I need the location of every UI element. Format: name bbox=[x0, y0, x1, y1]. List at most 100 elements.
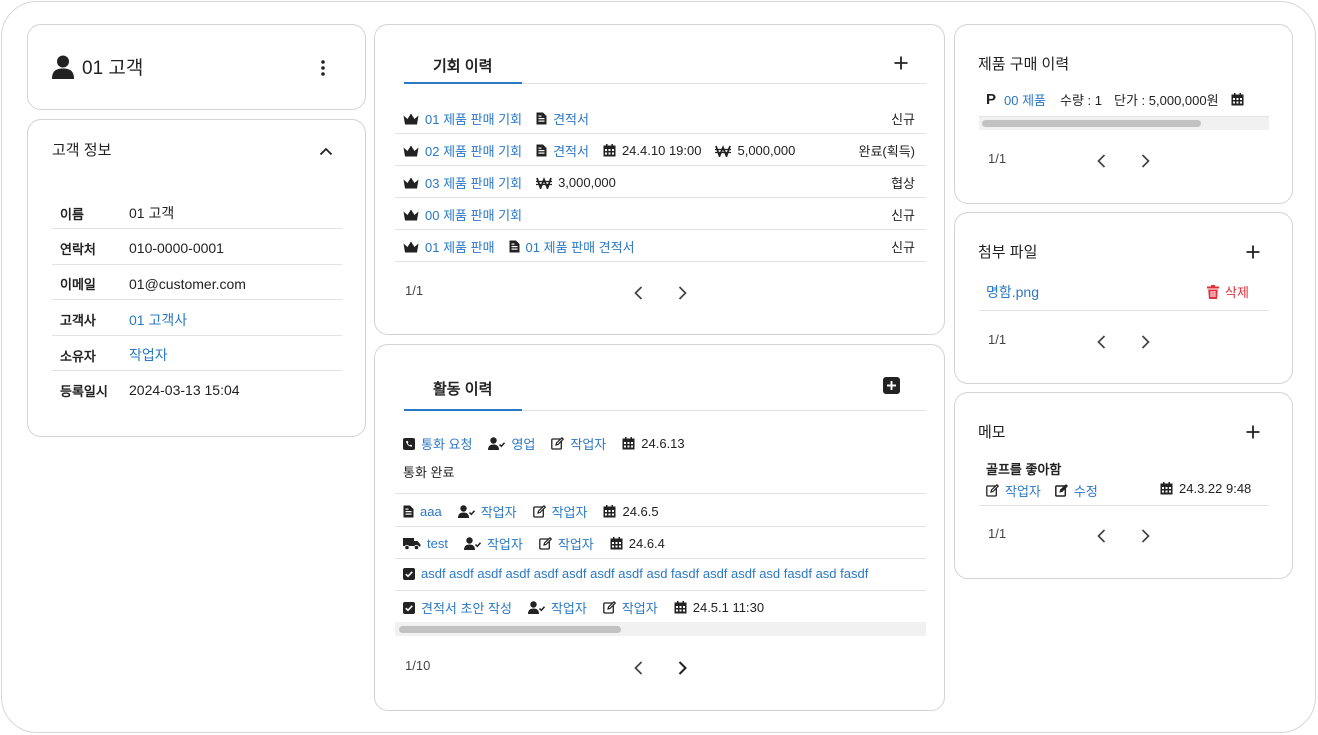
activity-row: test 작업자 작업자 24.6.4 bbox=[403, 534, 665, 553]
won-icon bbox=[536, 176, 553, 189]
info-value: 2024-03-13 15:04 bbox=[129, 382, 240, 398]
info-row: 이름 01 고객 bbox=[60, 203, 174, 223]
crown-icon bbox=[403, 241, 419, 253]
row-divider bbox=[395, 261, 926, 262]
user-check-icon bbox=[488, 437, 506, 450]
delete-label: 삭제 bbox=[1225, 285, 1249, 300]
opportunity-name-link[interactable]: 03 제품 판매 기회 bbox=[425, 173, 522, 192]
next-page-icon[interactable] bbox=[678, 284, 687, 300]
info-label: 등록일시 bbox=[60, 383, 108, 399]
row-divider bbox=[395, 133, 926, 134]
customer-header-card: 01 고객 bbox=[27, 24, 366, 110]
row-divider bbox=[395, 526, 926, 527]
activity-type-link[interactable]: 영업 bbox=[511, 434, 535, 453]
activity-author-link[interactable]: 작업자 bbox=[558, 534, 594, 553]
opportunity-name-link[interactable]: 01 제품 판매 bbox=[425, 237, 495, 256]
memo-edit-button[interactable]: 수정 bbox=[1074, 481, 1098, 500]
scrollbar-thumb[interactable] bbox=[982, 120, 1201, 127]
document-icon bbox=[509, 240, 520, 253]
product-link[interactable]: 00 제품 bbox=[1004, 90, 1046, 109]
collapse-chevron-icon[interactable] bbox=[319, 142, 333, 158]
activity-author-link[interactable]: 작업자 bbox=[552, 502, 588, 521]
activity-type-link[interactable]: 작업자 bbox=[481, 502, 517, 521]
attachments-title: 첨부 파일 bbox=[978, 244, 1038, 261]
row-divider bbox=[395, 197, 926, 198]
info-value[interactable]: 작업자 bbox=[129, 345, 168, 365]
attachment-file-link[interactable]: 명함.png bbox=[986, 282, 1039, 302]
info-row: 고객사 01 고객사 bbox=[60, 310, 187, 330]
opportunity-row: 03 제품 판매 기회 3,000,000 bbox=[403, 173, 616, 192]
delete-attachment-button[interactable]: 삭제 bbox=[1207, 282, 1249, 301]
activity-type-link[interactable]: 작업자 bbox=[487, 534, 523, 553]
calendar-icon bbox=[1231, 93, 1244, 106]
activity-note: 통화 완료 bbox=[403, 465, 455, 480]
info-value: 01@customer.com bbox=[129, 275, 246, 292]
activity-card: 활동 이력 통화 요청 영업 작업자 24.6.13 통화 완료 aaa 작업자 작업자 24.… bbox=[374, 344, 945, 711]
activity-name-link[interactable]: aaa bbox=[420, 504, 442, 519]
crown-icon bbox=[403, 113, 419, 125]
next-page-icon[interactable] bbox=[1141, 333, 1150, 349]
info-row: 소유자 작업자 bbox=[60, 345, 168, 365]
calendar-icon bbox=[603, 144, 616, 157]
memo-author-link[interactable]: 작업자 bbox=[1005, 481, 1041, 500]
info-row: 이메일 01@customer.com bbox=[60, 274, 246, 293]
activity-name-link[interactable]: test bbox=[427, 536, 448, 551]
scrollbar-thumb[interactable] bbox=[399, 626, 621, 633]
more-menu-icon[interactable] bbox=[320, 59, 326, 77]
user-check-icon bbox=[463, 537, 481, 550]
activity-author-link[interactable]: 작업자 bbox=[622, 598, 658, 617]
prev-page-icon[interactable] bbox=[634, 659, 643, 675]
horizontal-scrollbar[interactable] bbox=[395, 622, 926, 636]
quote-link[interactable]: 견적서 bbox=[553, 109, 589, 128]
opportunity-row: 01 제품 판매 01 제품 판매 견적서 bbox=[403, 237, 635, 256]
info-value[interactable]: 01 고객사 bbox=[129, 310, 187, 330]
prev-page-icon[interactable] bbox=[634, 284, 643, 300]
activity-name-link[interactable]: asdf asdf asdf asdf asdf asdf asdf asdf … bbox=[421, 566, 868, 581]
quote-link[interactable]: 01 제품 판매 견적서 bbox=[526, 237, 635, 256]
next-page-icon[interactable] bbox=[1141, 527, 1150, 543]
quote-link[interactable]: 견적서 bbox=[553, 141, 589, 160]
opportunity-name-link[interactable]: 02 제품 판매 기회 bbox=[425, 141, 522, 160]
checkbox-icon bbox=[403, 601, 415, 614]
tab-activity[interactable]: 활동 이력 bbox=[433, 378, 492, 399]
add-opportunity-icon[interactable] bbox=[894, 54, 908, 70]
opportunity-date: 24.4.10 19:00 bbox=[621, 143, 702, 158]
row-divider bbox=[395, 229, 926, 230]
prev-page-icon[interactable] bbox=[1097, 527, 1106, 543]
opportunity-row: 00 제품 판매 기회 bbox=[403, 205, 522, 224]
activity-type-link[interactable]: 작업자 bbox=[551, 598, 587, 617]
activity-date: 24.6.4 bbox=[628, 536, 665, 551]
opportunity-amount: 3,000,000 bbox=[558, 175, 616, 190]
document-icon bbox=[536, 144, 547, 157]
calendar-icon bbox=[1160, 482, 1173, 495]
activity-row: asdf asdf asdf asdf asdf asdf asdf asdf … bbox=[403, 566, 868, 581]
activity-author-link[interactable]: 작업자 bbox=[570, 434, 606, 453]
customer-title: 01 고객 bbox=[82, 58, 144, 79]
opportunity-status: 완료(획득) bbox=[858, 144, 916, 159]
purchase-card: 제품 구매 이력 P 00 제품 수량 : 1 단가 : 5,000,000원 … bbox=[954, 24, 1293, 204]
opportunity-name-link[interactable]: 00 제품 판매 기회 bbox=[425, 205, 522, 224]
next-page-icon[interactable] bbox=[1141, 152, 1150, 168]
activity-name-link[interactable]: 견적서 초안 작성 bbox=[421, 598, 512, 617]
activity-row: 통화 요청 영업 작업자 24.6.13 bbox=[403, 434, 685, 453]
crown-icon bbox=[403, 209, 419, 221]
info-label: 이름 bbox=[60, 206, 84, 222]
horizontal-scrollbar[interactable] bbox=[979, 116, 1269, 130]
add-memo-icon[interactable] bbox=[1246, 423, 1260, 439]
purchase-row: P 00 제품 수량 : 1 단가 : 5,000,000원 bbox=[986, 90, 1244, 109]
activity-date: 24.6.13 bbox=[641, 436, 685, 451]
next-page-icon[interactable] bbox=[678, 659, 687, 675]
add-attachment-icon[interactable] bbox=[1246, 243, 1260, 259]
tab-opportunity[interactable]: 기회 이력 bbox=[433, 55, 492, 76]
opportunity-name-link[interactable]: 01 제품 판매 기회 bbox=[425, 109, 522, 128]
document-icon bbox=[403, 505, 414, 518]
page-indicator: 1/1 bbox=[988, 332, 1007, 347]
add-activity-icon[interactable] bbox=[883, 376, 900, 394]
truck-icon bbox=[403, 537, 421, 550]
activity-name-link[interactable]: 통화 요청 bbox=[421, 434, 472, 453]
calendar-icon bbox=[674, 601, 687, 614]
prev-page-icon[interactable] bbox=[1097, 152, 1106, 168]
opportunity-status: 신규 bbox=[891, 112, 915, 127]
page-indicator: 1/1 bbox=[988, 151, 1007, 166]
prev-page-icon[interactable] bbox=[1097, 333, 1106, 349]
